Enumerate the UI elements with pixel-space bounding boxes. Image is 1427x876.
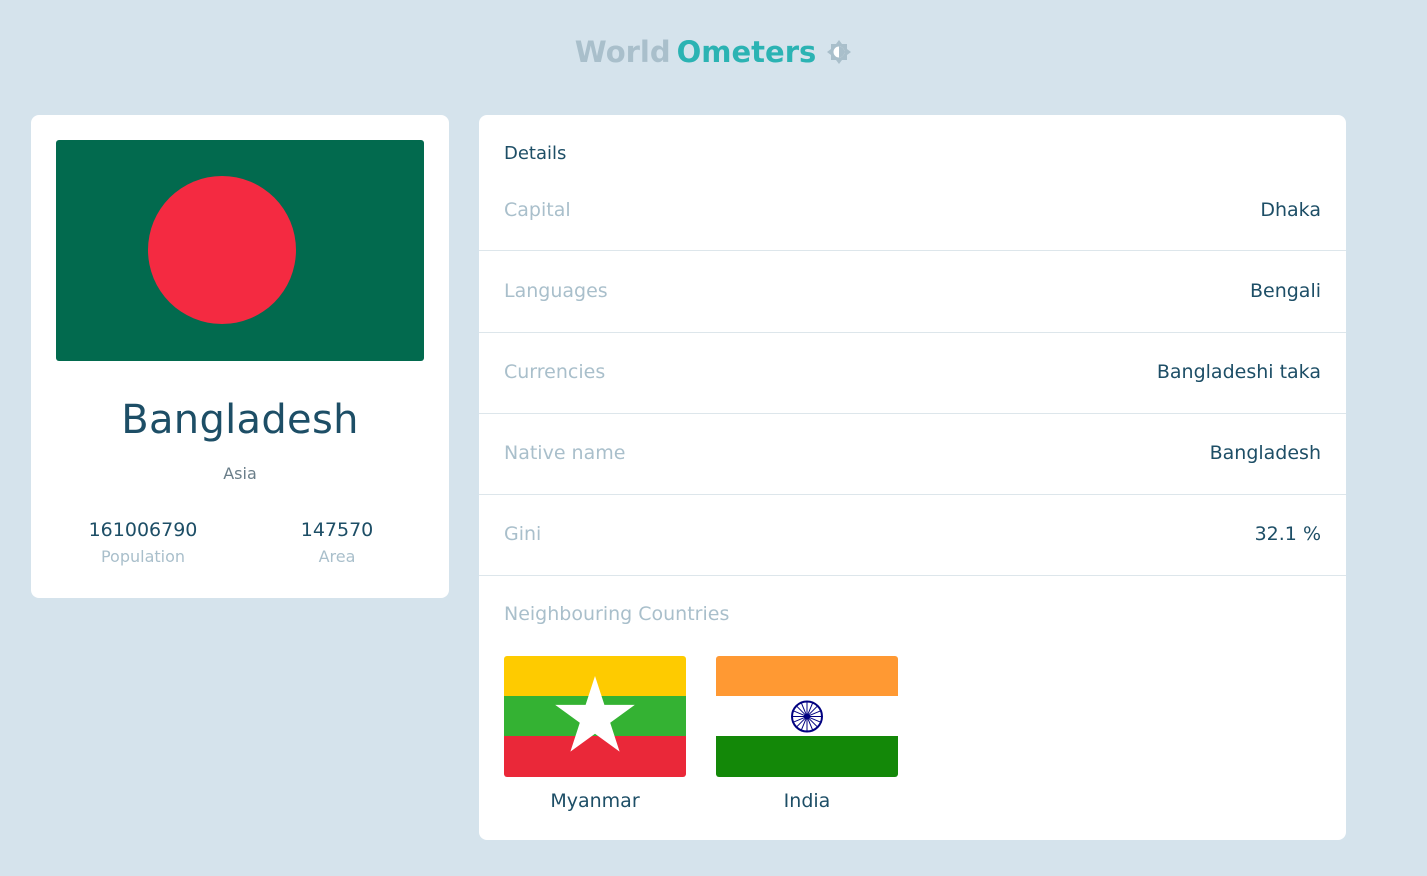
country-region: Asia [223, 464, 257, 483]
detail-value: Bengali [1249, 280, 1321, 302]
detail-value: Dhaka [1260, 199, 1321, 221]
myanmar-flag[interactable] [504, 656, 686, 777]
details-card: Details Capital Dhaka Languages Bengali … [479, 115, 1346, 840]
neighbours-title: Neighbouring Countries [504, 603, 730, 625]
header: World Ometers [0, 30, 1427, 74]
details-title: Details [504, 143, 567, 164]
logo-word-world: World [574, 35, 671, 69]
detail-label: Native name [504, 442, 626, 464]
country-summary-card: Bangladesh Asia 161006790 Population 147… [31, 115, 449, 598]
country-name: Bangladesh [121, 397, 359, 443]
divider [479, 332, 1346, 333]
brightness-icon[interactable] [826, 39, 852, 65]
detail-label: Currencies [504, 361, 606, 383]
india-flag[interactable] [716, 656, 898, 777]
divider [479, 250, 1346, 251]
detail-row-capital: Capital Dhaka [479, 197, 1346, 223]
detail-value: Bangladesh [1209, 442, 1321, 464]
divider [479, 494, 1346, 495]
country-flag [56, 140, 424, 361]
divider [479, 575, 1346, 576]
neighbour-india[interactable]: India [716, 656, 898, 812]
area-value: 147570 [300, 519, 374, 541]
detail-row-gini: Gini 32.1 % [479, 521, 1346, 547]
neighbour-myanmar[interactable]: Myanmar [504, 656, 686, 812]
detail-label: Capital [504, 199, 571, 221]
divider [479, 413, 1346, 414]
detail-value: 32.1 % [1254, 523, 1321, 545]
area-stat: 147570 Area [237, 519, 437, 566]
area-label: Area [318, 547, 356, 566]
logo-word-ometers: Ometers [676, 35, 817, 69]
detail-label: Gini [504, 523, 542, 545]
detail-label: Languages [504, 280, 608, 302]
population-stat: 161006790 Population [43, 519, 243, 566]
neighbour-name[interactable]: Myanmar [504, 790, 686, 812]
logo[interactable]: World Ometers [575, 35, 853, 69]
detail-row-languages: Languages Bengali [479, 278, 1346, 304]
population-label: Population [100, 547, 186, 566]
detail-row-currencies: Currencies Bangladeshi taka [479, 359, 1346, 385]
population-value: 161006790 [88, 519, 198, 541]
detail-value: Bangladeshi taka [1156, 361, 1321, 383]
neighbour-name[interactable]: India [716, 790, 898, 812]
detail-row-native-name: Native name Bangladesh [479, 440, 1346, 466]
